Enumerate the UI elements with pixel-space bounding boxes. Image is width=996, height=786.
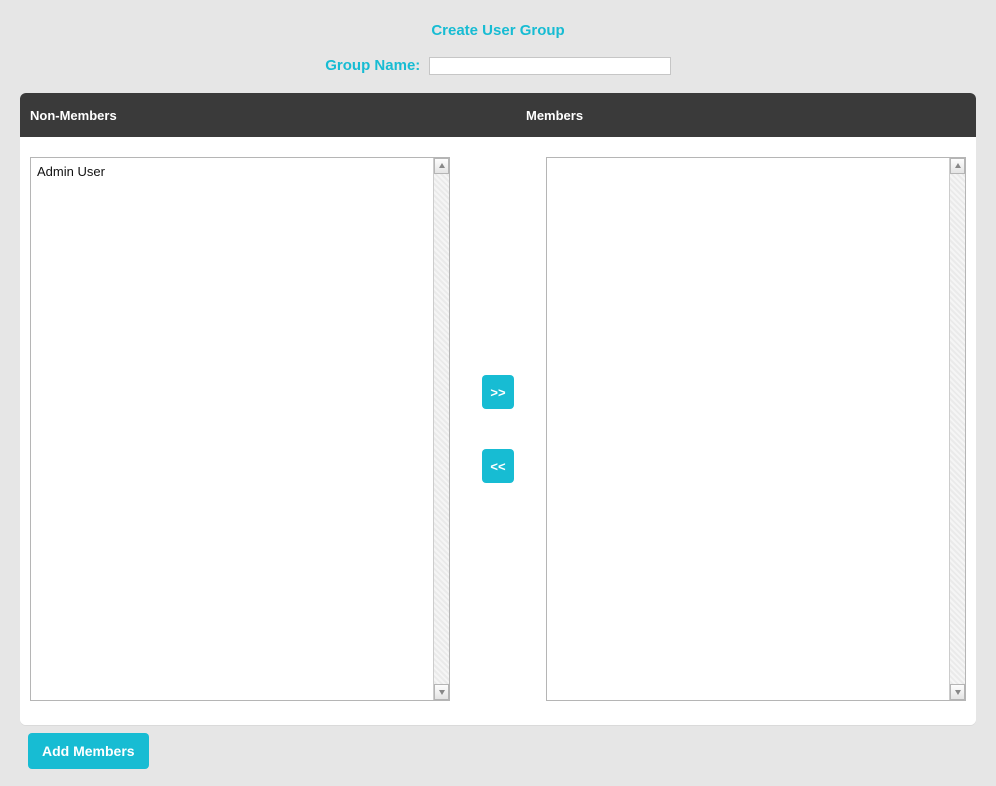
panel-body: Admin User >> << xyxy=(20,137,976,725)
members-listbox[interactable] xyxy=(546,157,966,701)
non-members-header: Non-Members xyxy=(20,108,526,123)
page-title: Create User Group xyxy=(0,0,996,57)
transfer-buttons-column: >> << xyxy=(450,157,546,701)
scroll-up-button[interactable] xyxy=(434,158,449,174)
non-members-list-content: Admin User xyxy=(31,158,433,700)
panel-header: Non-Members Members xyxy=(20,93,976,137)
chevron-up-icon xyxy=(954,162,962,170)
scroll-down-button[interactable] xyxy=(434,684,449,700)
members-list-content xyxy=(547,158,949,700)
scroll-up-button[interactable] xyxy=(950,158,965,174)
chevron-down-icon xyxy=(954,688,962,696)
list-item[interactable]: Admin User xyxy=(37,164,427,181)
move-right-button[interactable]: >> xyxy=(482,375,514,409)
scrollbar[interactable] xyxy=(949,158,965,700)
scroll-down-button[interactable] xyxy=(950,684,965,700)
members-panel: Non-Members Members Admin User >> << xyxy=(20,93,976,725)
group-name-row: Group Name: xyxy=(0,57,996,93)
chevron-up-icon xyxy=(438,162,446,170)
members-header: Members xyxy=(526,108,976,123)
non-members-listbox[interactable]: Admin User xyxy=(30,157,450,701)
group-name-input[interactable] xyxy=(429,57,671,75)
scrollbar[interactable] xyxy=(433,158,449,700)
add-members-button[interactable]: Add Members xyxy=(28,733,149,769)
add-members-row: Add Members xyxy=(0,725,996,769)
group-name-label: Group Name: xyxy=(325,57,420,74)
move-left-button[interactable]: << xyxy=(482,449,514,483)
chevron-down-icon xyxy=(438,688,446,696)
